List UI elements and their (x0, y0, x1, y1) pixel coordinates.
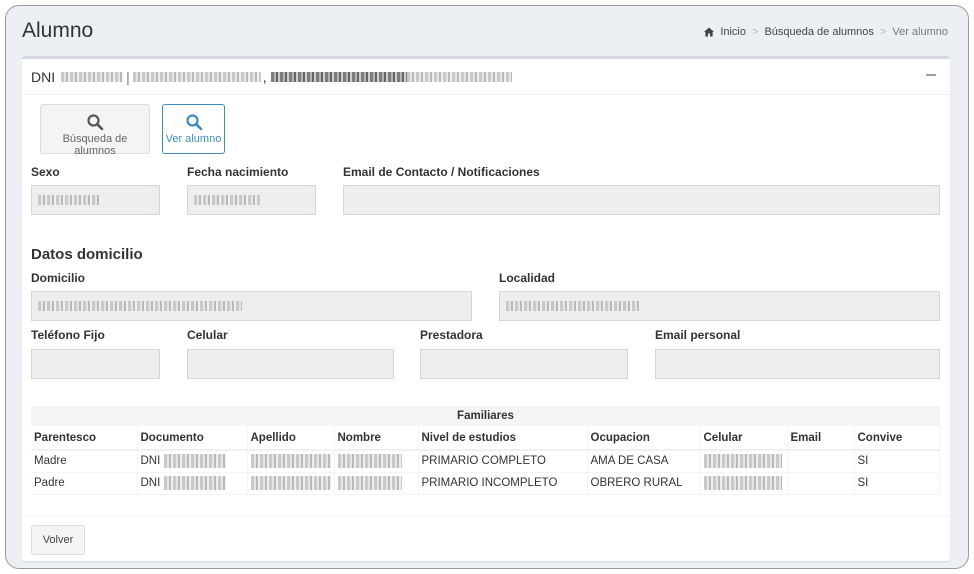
search-students-button[interactable]: Búsqueda de alumnos (40, 104, 150, 157)
redacted-apellido (250, 454, 331, 469)
header-comma: , (262, 68, 267, 85)
column-header: Parentesco (31, 426, 138, 451)
celular-label: Celular (187, 328, 228, 342)
prestadora-field[interactable] (420, 349, 628, 379)
cell-email (787, 449, 855, 473)
cell-documento-prefix: DNI (140, 455, 161, 468)
cell-parentesco: Padre (31, 471, 138, 495)
cell-nivel-estudios: PRIMARIO COMPLETO (418, 449, 588, 473)
redacted-extra (406, 71, 512, 82)
breadcrumb-home-link[interactable]: Inicio (720, 26, 746, 38)
telefono-fijo-field[interactable] (31, 349, 160, 379)
cell-ocupacion: AMA DE CASA (587, 449, 701, 473)
cell-nombre (334, 471, 419, 495)
breadcrumb-separator: > (752, 26, 759, 38)
cell-convive: SI (854, 471, 940, 495)
column-header: Convive (854, 426, 940, 451)
header-separator: | (126, 68, 130, 85)
domicilio-field[interactable] (31, 291, 472, 321)
column-header: Documento (137, 426, 248, 451)
cell-parentesco: Madre (31, 449, 138, 473)
celular-field[interactable] (187, 349, 394, 379)
email-contacto-field[interactable] (343, 185, 940, 215)
column-header: Nivel de estudios (418, 426, 588, 451)
collapse-button[interactable] (924, 67, 938, 81)
redacted-localidad (506, 301, 640, 311)
view-student-button[interactable]: Ver alumno (162, 104, 225, 154)
search-students-label: Búsqueda de alumnos (62, 133, 128, 157)
redacted-sexo (38, 195, 100, 205)
column-header: Apellido (247, 426, 335, 451)
redacted-celular (703, 476, 782, 490)
domicilio-label: Domicilio (31, 271, 86, 285)
fecha-nacimiento-label: Fecha nacimiento (187, 165, 289, 179)
prestadora-label: Prestadora (420, 328, 483, 342)
email-personal-label: Email personal (655, 328, 741, 342)
redacted-dni (61, 71, 124, 82)
app-frame: Alumno Inicio > Búsqueda de alumnos > Ve… (5, 5, 969, 569)
familiares-caption: Familiares (31, 406, 940, 426)
student-doc-prefix: DNI (31, 68, 56, 85)
email-contacto-label: Email de Contacto / Notificaciones (343, 165, 540, 179)
telefono-fijo-label: Teléfono Fijo (31, 328, 105, 342)
student-box: DNI | , Búsqueda de alumnos Ver alumno S… (22, 56, 950, 561)
cell-nivel-estudios: PRIMARIO INCOMPLETO (418, 471, 588, 495)
cell-apellido (247, 471, 335, 495)
redacted-name (270, 71, 407, 82)
cell-apellido (247, 449, 335, 473)
redacted-documento (163, 454, 226, 469)
table-header-row: Parentesco Documento Apellido Nombre Niv… (31, 426, 940, 451)
localidad-field[interactable] (499, 291, 940, 321)
table-row: Madre DNI PRIMARIO COMPLETO AMA DE CASA … (31, 449, 940, 473)
datos-domicilio-title: Datos domicilio (31, 246, 143, 263)
search-icon (87, 114, 104, 131)
fecha-nacimiento-field[interactable] (187, 185, 316, 215)
column-header: Nombre (334, 426, 419, 451)
footer-divider (22, 515, 950, 516)
cell-email (787, 471, 855, 495)
familiares-table: Familiares Parentesco Documento Apellido… (31, 406, 940, 495)
sexo-field[interactable] (31, 185, 160, 215)
breadcrumb-separator: > (879, 26, 887, 38)
cell-documento: DNI (137, 471, 248, 495)
column-header: Email (787, 426, 855, 451)
redacted-nombre (337, 476, 402, 490)
column-header: Celular (700, 426, 788, 451)
redacted-celular (703, 454, 782, 469)
cell-ocupacion: OBRERO RURAL (587, 471, 701, 495)
sexo-label: Sexo (31, 165, 60, 179)
home-icon (704, 27, 715, 37)
redacted-apellido (250, 476, 331, 490)
redacted-domicilio (38, 301, 242, 311)
cell-documento: DNI (137, 449, 248, 473)
breadcrumb: Inicio > Búsqueda de alumnos > Ver alumn… (704, 26, 948, 38)
view-student-label: Ver alumno (165, 133, 222, 145)
column-header: Ocupacion (587, 426, 701, 451)
student-box-header: DNI | , (22, 59, 950, 95)
table-row: Padre DNI PRIMARIO INCOMPLETO OBRERO RUR… (31, 471, 940, 495)
cell-documento-prefix: DNI (140, 477, 161, 490)
cell-nombre (334, 449, 419, 473)
redacted-surname (132, 71, 261, 82)
cell-celular (700, 471, 788, 495)
redacted-fecha (194, 195, 260, 205)
localidad-label: Localidad (499, 271, 556, 285)
cell-convive: SI (854, 449, 940, 473)
redacted-nombre (337, 454, 402, 469)
cell-celular (700, 449, 788, 473)
breadcrumb-search-link[interactable]: Búsqueda de alumnos (764, 26, 873, 38)
breadcrumb-current: Ver alumno (892, 26, 948, 38)
email-personal-field[interactable] (655, 349, 940, 379)
back-button[interactable]: Volver (31, 525, 85, 555)
page-title: Alumno (22, 19, 94, 42)
redacted-documento (163, 476, 226, 490)
search-icon (185, 114, 202, 131)
